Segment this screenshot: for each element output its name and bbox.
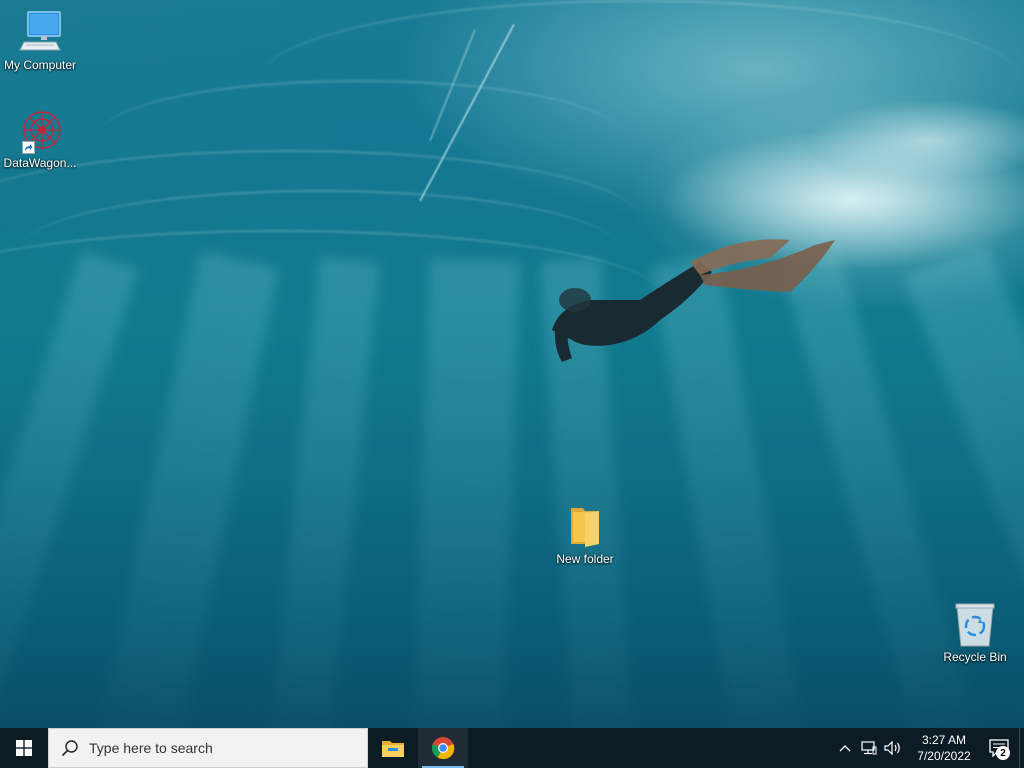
show-hidden-icons-button[interactable]: [833, 728, 857, 768]
taskbar-search-box[interactable]: Type here to search: [48, 728, 368, 768]
speaker-icon: [884, 741, 900, 755]
desktop-icon-label: New folder: [556, 552, 614, 566]
search-icon: [61, 740, 78, 757]
desktop-icon-label: My Computer: [3, 58, 77, 72]
clock-time: 3:27 AM: [921, 733, 967, 747]
desktop-icon-recycle-bin[interactable]: Recycle Bin: [935, 602, 1015, 664]
file-explorer-icon: [382, 741, 404, 757]
diver-illustration: [552, 100, 1024, 362]
datawagon-icon: [16, 108, 64, 154]
shortcut-arrow-icon: [22, 141, 35, 154]
taskbar-file-explorer[interactable]: [368, 728, 418, 768]
desktop-icon-datawagon[interactable]: DataWagon...: [0, 108, 80, 170]
chevron-up-icon: [839, 745, 851, 752]
windows-logo-icon: [16, 740, 32, 756]
desktop-icon-my-computer[interactable]: My Computer: [0, 10, 80, 72]
folder-icon: [561, 504, 609, 550]
start-button[interactable]: [0, 728, 48, 768]
chrome-icon: [431, 737, 455, 760]
notification-count-badge: 2: [996, 746, 1010, 760]
taskbar-clock[interactable]: 3:27 AM 7/20/2022: [909, 728, 979, 768]
action-center-button[interactable]: 2: [979, 728, 1019, 768]
computer-icon: [16, 10, 64, 56]
desktop-icon-label: DataWagon...: [3, 156, 77, 170]
network-button[interactable]: [857, 728, 881, 768]
desktop-wallpaper: [0, 0, 1024, 728]
taskbar-chrome[interactable]: [418, 728, 468, 768]
desktop-icon-label: Recycle Bin: [943, 650, 1007, 664]
volume-button[interactable]: [881, 728, 905, 768]
clock-date: 7/20/2022: [917, 749, 971, 763]
taskbar: Type here to search 3:27 AM 7/20/2022 2: [0, 728, 1024, 768]
show-desktop-button[interactable]: [1019, 728, 1024, 768]
desktop-icon-new-folder[interactable]: New folder: [545, 504, 625, 566]
search-placeholder: Type here to search: [89, 740, 213, 756]
system-tray: 3:27 AM 7/20/2022 2: [833, 728, 1024, 768]
network-icon: [861, 741, 877, 755]
recycle-bin-icon: [951, 602, 999, 648]
